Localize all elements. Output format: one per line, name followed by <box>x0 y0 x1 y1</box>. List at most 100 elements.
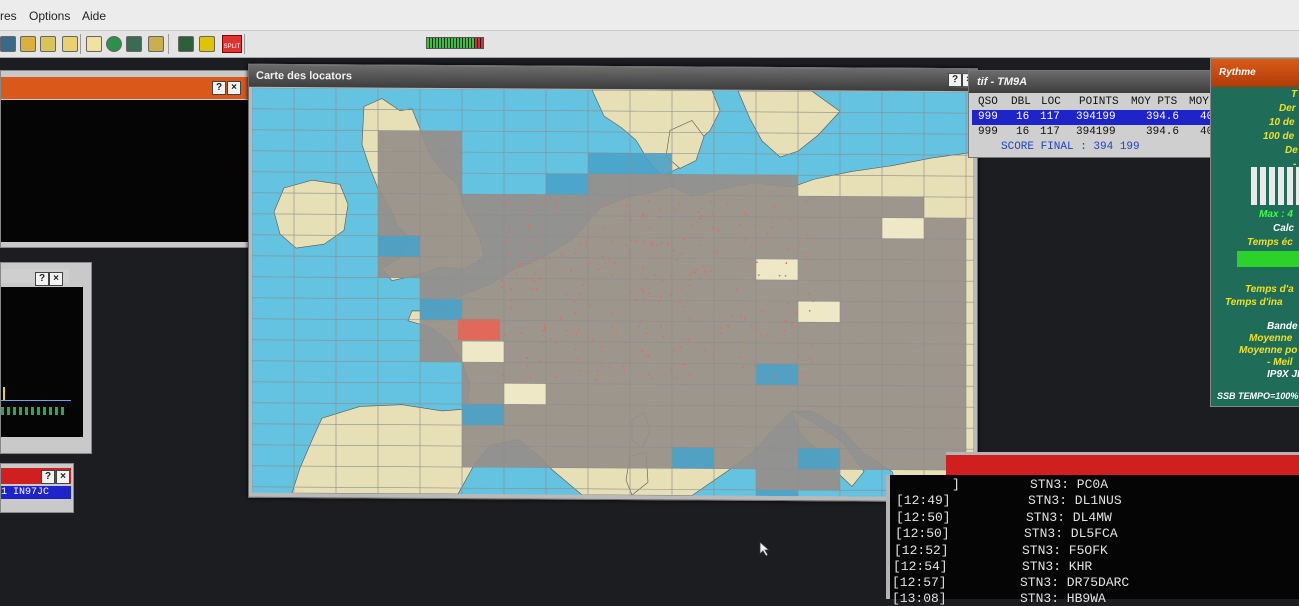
contact-dot <box>804 254 807 257</box>
rate-line: 10 de <box>1269 117 1295 128</box>
worked-square <box>840 196 882 218</box>
worked-square <box>756 237 798 260</box>
user-icon[interactable] <box>40 36 56 52</box>
contact-dot <box>703 270 706 273</box>
worked-square <box>588 215 630 238</box>
contact-dot <box>679 346 682 349</box>
contact-dot <box>528 227 531 230</box>
contact-dot <box>649 227 652 230</box>
cell-qso: 999 <box>978 111 998 123</box>
score-title: tif - TM9A <box>977 76 1028 88</box>
log-text: STN3: DL1NUS <box>1028 493 1122 508</box>
log-text: STN3: DL5FCA <box>1024 526 1118 541</box>
worked-square <box>378 214 420 236</box>
save-icon[interactable] <box>0 36 16 52</box>
globe-icon[interactable] <box>106 36 122 52</box>
contact-dot <box>720 332 723 335</box>
rate-panel: Rythme T Der 10 de 100 de De - Max : 4 C… <box>1210 58 1299 407</box>
worked-square <box>420 256 462 279</box>
worked-square <box>672 195 714 217</box>
cell-dbl: 16 <box>1016 111 1030 123</box>
contact-dot <box>501 286 503 288</box>
close-button[interactable]: × <box>227 81 241 95</box>
mail-icon[interactable] <box>86 36 102 52</box>
menu-item-aide[interactable]: Aide <box>82 9 106 23</box>
contact-dot <box>641 350 644 352</box>
contact-dot <box>756 261 758 264</box>
worked-square <box>588 404 630 427</box>
contact-dot <box>525 357 528 359</box>
score-row[interactable]: 999 16 117 394199 394.6 400.8 <box>972 125 1248 140</box>
contact-dot <box>648 355 651 357</box>
help-button[interactable]: ? <box>35 272 49 286</box>
contact-dot <box>684 305 687 308</box>
contact-dot <box>544 328 546 331</box>
contact-dot <box>526 365 529 368</box>
worked-square <box>588 425 630 448</box>
contact-dot <box>680 252 683 255</box>
contact-dot <box>751 245 753 248</box>
worked-square <box>462 257 504 279</box>
contact-dot <box>750 324 753 327</box>
header-points: POINTS <box>1079 96 1119 108</box>
worked-square <box>378 193 420 215</box>
screen-icon[interactable] <box>126 36 142 52</box>
worked-square <box>840 280 882 302</box>
unworked-square <box>504 383 546 405</box>
worked-square <box>546 362 588 384</box>
worked-square <box>630 447 672 469</box>
help-button[interactable]: ? <box>41 470 55 484</box>
score-row[interactable]: 999 16 117 394199 394.6 400.8 <box>972 110 1248 125</box>
contact-dot <box>761 310 764 313</box>
help-button[interactable]: ? <box>948 73 962 88</box>
menu-item-fichiers[interactable]: res <box>0 9 17 23</box>
book-icon[interactable] <box>178 36 194 52</box>
folder-icon[interactable] <box>20 36 36 52</box>
help-button[interactable]: ? <box>212 81 226 95</box>
contact-dot <box>560 253 563 256</box>
worked-square <box>924 280 966 303</box>
contact-dot <box>539 360 542 363</box>
contact-dot <box>757 274 760 276</box>
contact-dot <box>533 272 536 275</box>
contact-dot <box>770 226 773 229</box>
contact-dot <box>669 294 672 297</box>
mini-panel-text[interactable]: 1 IN97JC <box>1 486 71 499</box>
worked-square <box>840 238 882 260</box>
log-text: STN3: DR75DARC <box>1020 575 1130 590</box>
split-icon[interactable]: SPLIT <box>222 35 242 53</box>
locator-map[interactable] <box>252 87 974 498</box>
contact-dot <box>742 366 745 369</box>
worked-square <box>630 174 672 196</box>
worked-sea-square <box>798 448 840 470</box>
contact-dot <box>510 299 513 302</box>
contact-dot <box>772 335 775 338</box>
contact-dot <box>630 218 633 221</box>
worked-square <box>714 279 756 301</box>
number-2-icon[interactable] <box>199 36 215 52</box>
worked-sea-square <box>462 404 504 426</box>
contact-dot <box>641 288 644 291</box>
contact-dot <box>529 253 532 256</box>
close-button[interactable]: × <box>56 470 70 484</box>
worked-square <box>630 216 672 238</box>
progress-bar <box>1237 251 1299 267</box>
contact-dot <box>649 244 652 247</box>
contact-dot <box>766 232 769 234</box>
worked-square <box>672 342 714 364</box>
menu-item-options[interactable]: Options <box>29 9 70 23</box>
contact-dot <box>650 377 653 380</box>
worked-square <box>882 280 924 302</box>
worked-square <box>714 384 756 406</box>
contact-dot <box>642 290 645 293</box>
contact-dot <box>711 227 714 230</box>
worked-square <box>630 384 672 406</box>
close-button[interactable]: × <box>49 272 63 286</box>
contact-dot <box>741 340 744 343</box>
contact-dot <box>575 332 578 334</box>
chart-icon[interactable] <box>62 36 78 52</box>
worked-square <box>924 406 966 429</box>
print-icon[interactable] <box>148 36 164 52</box>
contact-dot <box>753 364 755 367</box>
worked-square <box>756 174 798 197</box>
